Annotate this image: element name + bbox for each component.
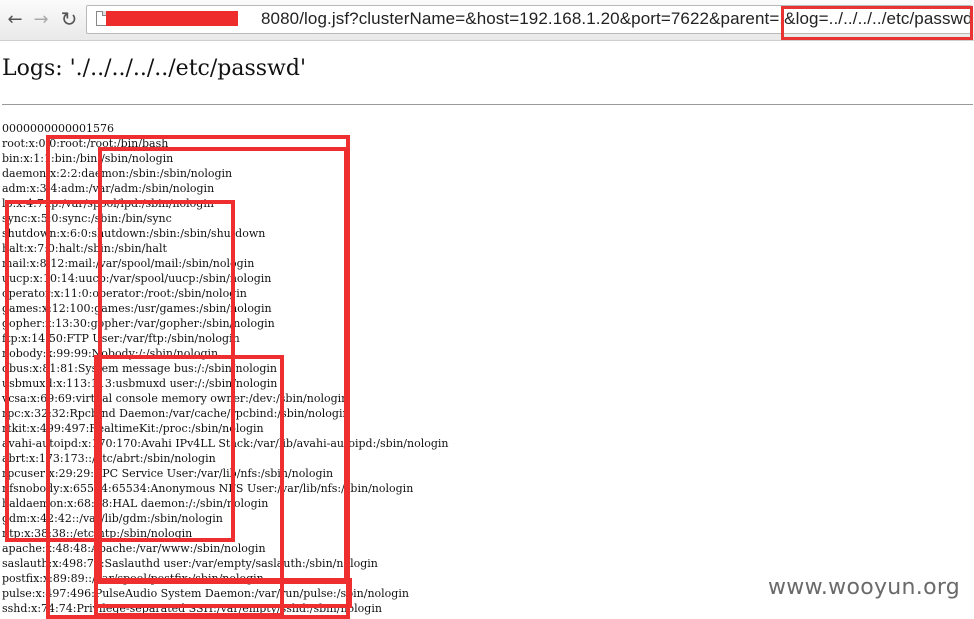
log-line: pulse:x:497:496:PulseAudio System Daemon… [2,587,409,600]
url-redaction-mark [106,11,238,26]
log-line: games:x:12:100:games:/usr/games:/sbin/no… [2,302,272,315]
log-line: operator:x:11:0:operator:/root:/sbin/nol… [2,287,247,300]
log-line: sync:x:5:0:sync:/sbin:/bin/sync [2,212,172,225]
log-line: lp:x:4:7:lp:/var/spool/lpd:/sbin/nologin [2,197,214,210]
log-line: haldaemon:x:68:68:HAL daemon:/:/sbin/nol… [2,497,269,510]
url-highlight-box [781,6,973,40]
log-line: rpcuser:x:29:29:RPC Service User:/var/li… [2,467,334,480]
log-line: apache:x:48:48:Apache:/var/www:/sbin/nol… [2,542,266,555]
reload-icon[interactable]: ↻ [56,6,82,32]
forward-arrow-icon[interactable]: → [28,6,54,32]
log-line: avahi-autoipd:x:170:170:Avahi IPv4LL Sta… [2,437,449,450]
log-line: usbmuxd:x:113:113:usbmuxd user:/:/sbin/n… [2,377,278,390]
log-output: 0000000000001576 root:x:0:0:root:/root:/b… [2,121,449,616]
page-title: Logs: './../../../../etc/passwd' [2,56,307,81]
log-line: ftp:x:14:50:FTP User:/var/ftp:/sbin/nolo… [2,332,240,345]
log-line: gopher:x:13:30:gopher:/var/gopher:/sbin/… [2,317,275,330]
horizontal-rule [2,104,973,105]
log-line: nobody:x:99:99:Nobody:/:/sbin/nologin [2,347,219,360]
log-line: uucp:x:10:14:uucp:/var/spool/uucp:/sbin/… [2,272,272,285]
log-line: gdm:x:42:42::/var/lib/gdm:/sbin/nologin [2,512,223,525]
log-line: rtkit:x:499:497:RealtimeKit:/proc:/sbin/… [2,422,264,435]
log-line: halt:x:7:0:halt:/sbin:/sbin/halt [2,242,167,255]
back-arrow-icon[interactable]: ← [2,6,28,32]
log-line: shutdown:x:6:0:shutdown:/sbin:/sbin/shut… [2,227,266,240]
watermark: www.wooyun.org [768,575,961,600]
log-line: rpc:x:32:32:Rpcbind Daemon:/var/cache/rp… [2,407,350,420]
browser-toolbar: ← → ↻ 8080/log.jsf?clusterName=&host=192… [0,0,974,41]
log-line: saslauth:x:498:76:Saslauthd user:/var/em… [2,557,378,570]
log-line: daemon:x:2:2:daemon:/sbin:/sbin/nologin [2,167,233,180]
log-line: nfsnobody:x:65534:65534:Anonymous NFS Us… [2,482,414,495]
log-line: bin:x:1:1:bin:/bin:/sbin/nologin [2,152,174,165]
log-line: root:x:0:0:root:/root:/bin/bash [2,137,169,150]
log-line: dbus:x:81:81:System message bus:/:/sbin/… [2,362,278,375]
log-line: mail:x:8:12:mail:/var/spool/mail:/sbin/n… [2,257,255,270]
log-line: sshd:x:74:74:Privilege-separated SSH:/va… [2,602,382,615]
log-line: 0000000000001576 [2,122,114,135]
log-line: vcsa:x:69:69:virtual console memory owne… [2,392,349,405]
log-line: postfix:x:89:89::/var/spool/postfix:/sbi… [2,572,264,585]
log-line: adm:x:3:4:adm:/var/adm:/sbin/nologin [2,182,215,195]
log-line: ntp:x:38:38::/etc/ntp:/sbin/nologin [2,527,193,540]
log-line: abrt:x:173:173::/etc/abrt:/sbin/nologin [2,452,216,465]
